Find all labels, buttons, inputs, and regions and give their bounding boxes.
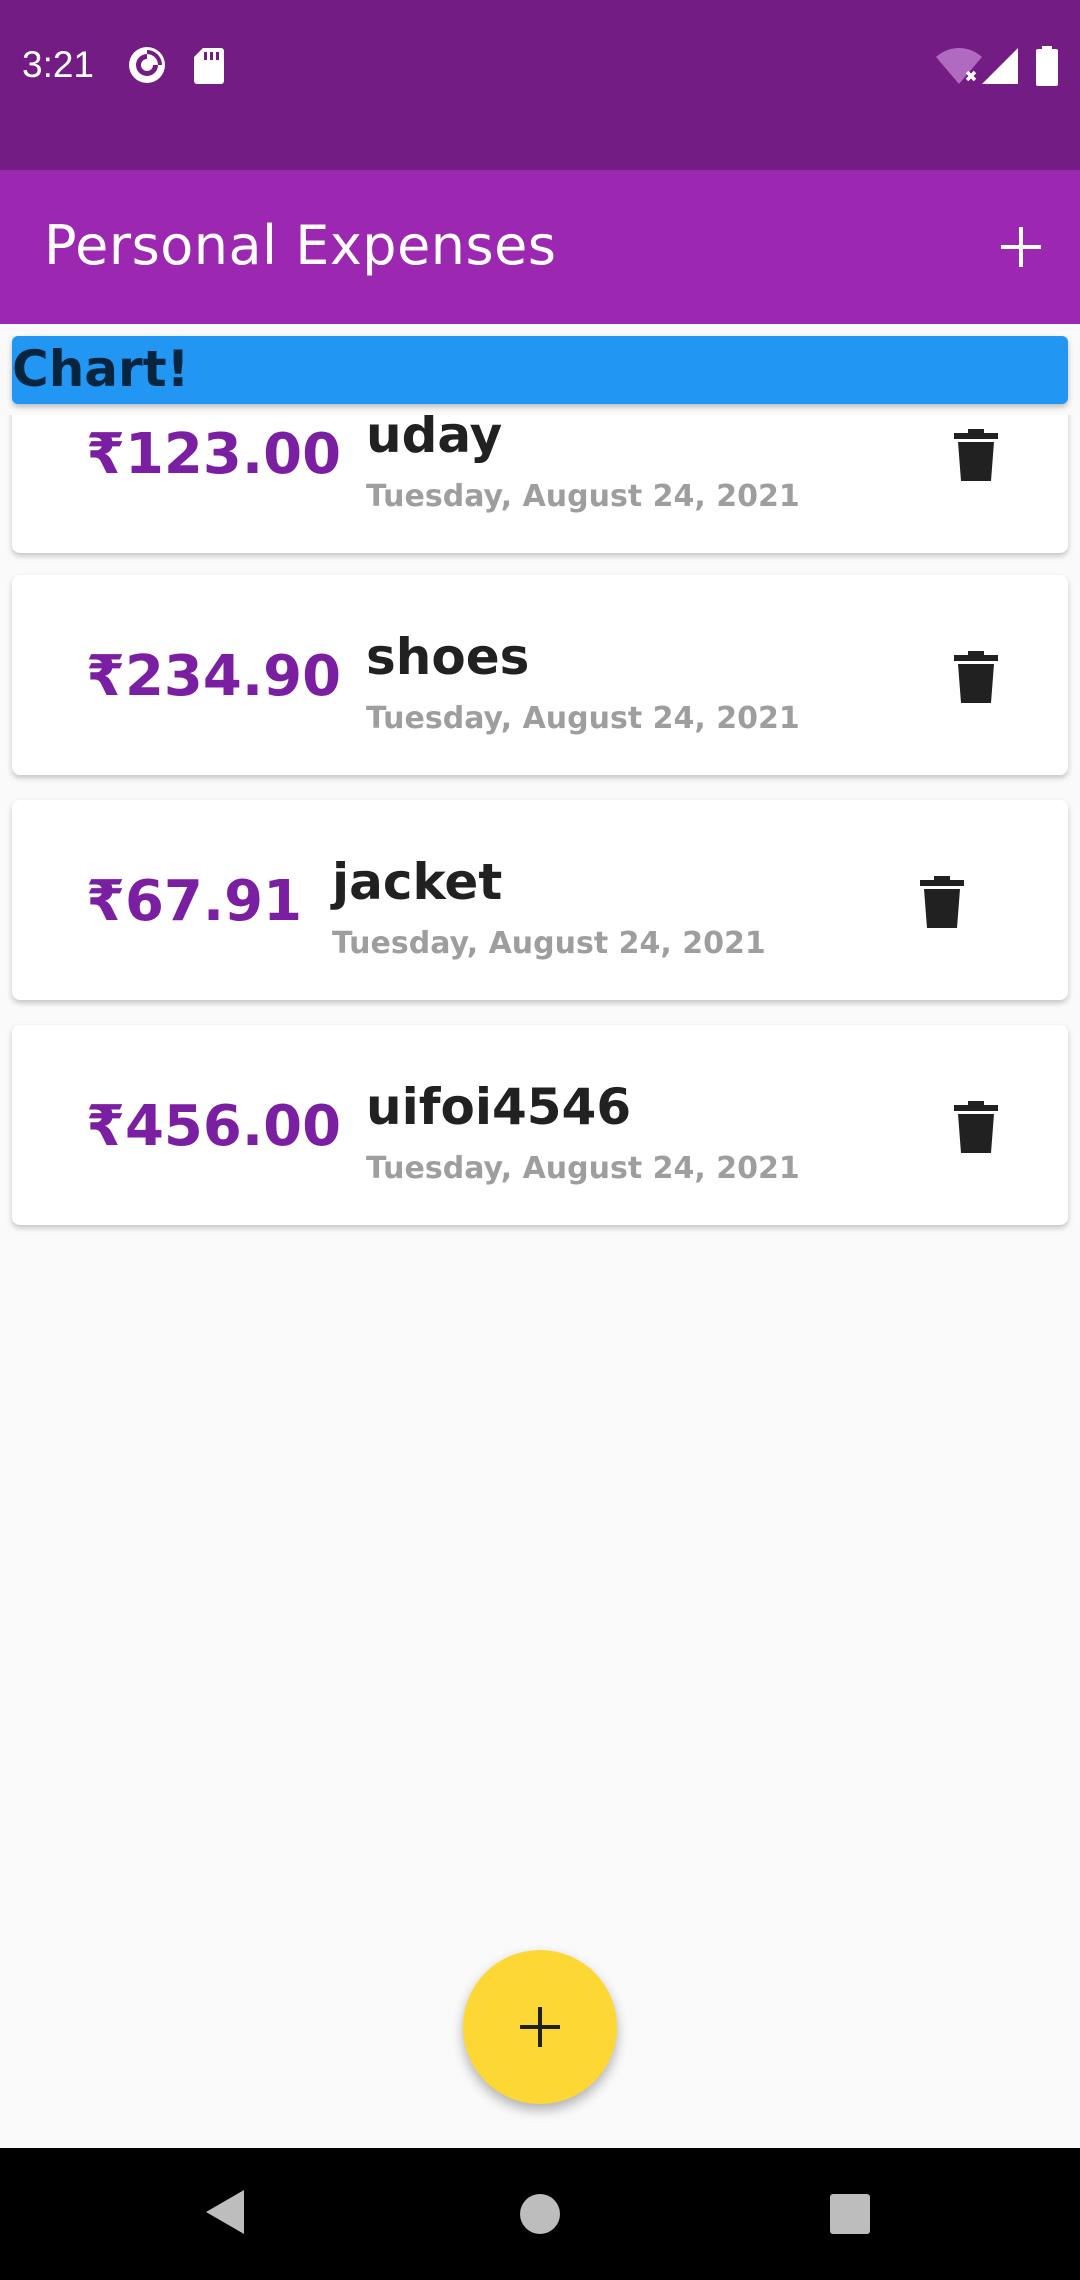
transaction-amount: ₹234.90 [86,644,342,709]
battery-icon [1036,46,1058,90]
trash-icon [920,876,964,928]
page-title: Personal Expenses [44,214,557,277]
trash-icon [954,429,998,481]
transaction-title: uday [366,415,503,464]
transaction-date: Tuesday, August 24, 2021 [366,479,800,514]
plus-icon [520,2007,560,2047]
transaction-date: Tuesday, August 24, 2021 [366,701,800,736]
delete-button[interactable] [954,1101,998,1153]
transaction-card: ₹234.90 shoes Tuesday, August 24, 2021 [12,575,1068,775]
transaction-title: shoes [366,628,530,686]
status-time: 3:21 [22,44,95,85]
recents-icon [830,2194,870,2234]
transaction-amount: ₹456.00 [86,1094,342,1159]
navigation-bar [0,2148,1080,2280]
delete-button[interactable] [954,429,998,481]
app-bar: Personal Expenses [0,170,1080,324]
transaction-title: uifoi4546 [366,1078,632,1136]
pocket-casts-icon [128,46,166,88]
cell-signal-icon [982,48,1018,88]
transaction-list[interactable]: ₹123.00 uday Tuesday, August 24, 2021 ₹2… [0,415,1080,1240]
transaction-card: ₹123.00 uday Tuesday, August 24, 2021 [12,415,1068,553]
chart-card: Chart! [12,336,1068,404]
transaction-date: Tuesday, August 24, 2021 [366,1151,800,1186]
delete-button[interactable] [920,876,964,928]
back-button[interactable] [204,2188,248,2240]
transaction-title: jacket [332,853,503,911]
plus-icon [1001,227,1041,267]
chart-label: Chart! [12,340,190,398]
delete-button[interactable] [954,651,998,703]
trash-icon [954,651,998,703]
wifi-off-icon [936,48,982,88]
home-icon [520,2194,560,2234]
transaction-amount: ₹123.00 [86,422,342,487]
transaction-amount: ₹67.91 [86,869,303,934]
home-button[interactable] [518,2192,562,2240]
transaction-card: ₹456.00 uifoi4546 Tuesday, August 24, 20… [12,1025,1068,1225]
status-bar: 3:21 [0,0,1080,170]
sd-card-icon [194,48,224,88]
transaction-date: Tuesday, August 24, 2021 [332,926,766,961]
add-transaction-fab[interactable] [463,1950,617,2104]
recents-button[interactable] [828,2192,872,2240]
trash-icon [954,1101,998,1153]
add-transaction-button[interactable] [976,202,1066,292]
back-icon [206,2190,244,2234]
transaction-card: ₹67.91 jacket Tuesday, August 24, 2021 [12,800,1068,1000]
